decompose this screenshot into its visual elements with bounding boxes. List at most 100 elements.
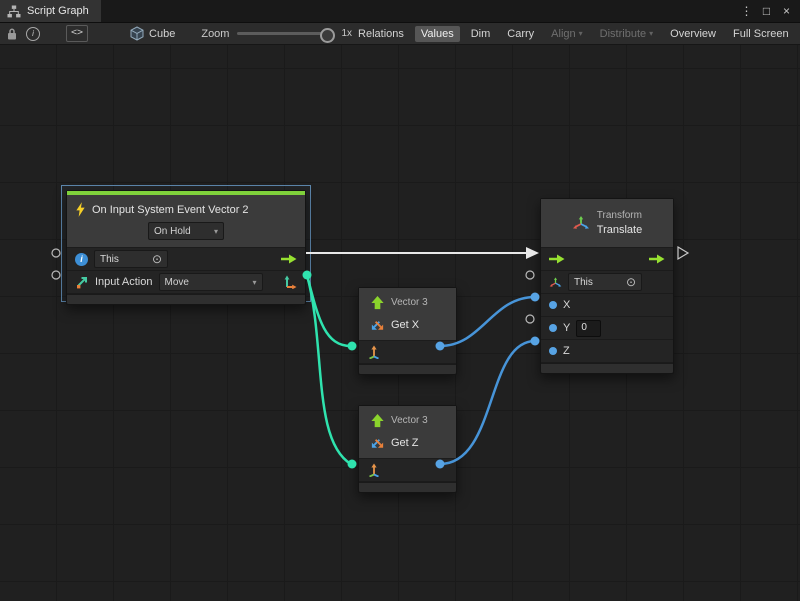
target-object-label: Cube <box>149 28 175 40</box>
translate-y-row: Y 0 <box>541 317 673 340</box>
event-mode-value: On Hold <box>154 226 191 237</box>
values-button[interactable]: Values <box>415 26 460 42</box>
vector3-icon <box>370 295 385 310</box>
this-label: This <box>100 254 119 265</box>
transform-mini-icon <box>549 277 562 288</box>
vector2-output-port[interactable] <box>283 275 297 289</box>
node-footer <box>67 294 305 304</box>
align-label: Align <box>551 28 575 40</box>
chevron-down-icon: ▾ <box>579 29 583 38</box>
cube-icon <box>130 26 144 41</box>
port-dot-getx-input[interactable] <box>348 342 357 351</box>
unconnected-port-event-input-action[interactable] <box>52 271 60 279</box>
this-object-field[interactable]: This ⊙ <box>94 250 168 268</box>
window-controls: ⋮ □ × <box>738 0 800 22</box>
get-component-icon <box>370 318 385 333</box>
vector3-icon <box>370 413 385 428</box>
port-dot-translate-z[interactable] <box>531 337 540 346</box>
get-x-title: Get X <box>391 319 419 331</box>
event-node-header: On Input System Event Vector 2 On Hold ▾ <box>67 195 305 248</box>
this-object-field[interactable]: This ⊙ <box>568 273 642 291</box>
node-on-input-system-event[interactable]: On Input System Event Vector 2 On Hold ▾… <box>66 190 306 305</box>
get-component-icon <box>370 436 385 451</box>
input-action-dropdown[interactable]: Move ▾ <box>159 273 263 291</box>
lock-icon[interactable] <box>6 27 18 41</box>
unconnected-port-event-this[interactable] <box>52 249 60 257</box>
target-picker-icon[interactable]: ⊙ <box>626 277 636 287</box>
wire-vector2-to-getz[interactable] <box>307 275 351 464</box>
translate-z-row: Z <box>541 340 673 363</box>
window-menu-icon[interactable]: ⋮ <box>738 2 755 20</box>
translate-category: Transform <box>597 209 642 223</box>
flow-output-port[interactable] <box>281 254 297 264</box>
zoom-slider[interactable] <box>237 32 333 35</box>
get-x-category: Vector 3 <box>391 297 428 308</box>
title-bar: Script Graph ⋮ □ × <box>0 0 800 23</box>
lightning-icon <box>75 202 86 217</box>
zoom-slider-handle[interactable] <box>320 28 335 43</box>
flow-output-port[interactable] <box>649 254 665 264</box>
get-z-title: Get Z <box>391 437 419 449</box>
zoom-value: 1x <box>341 28 352 39</box>
unconnected-flow-output[interactable] <box>678 247 688 259</box>
target-object[interactable]: Cube <box>130 26 175 41</box>
maximize-icon[interactable]: □ <box>758 2 775 20</box>
relations-button[interactable]: Relations <box>352 26 410 42</box>
this-info-icon: i <box>75 253 88 266</box>
unconnected-port-translate-y[interactable] <box>526 315 534 323</box>
y-port-label: Y <box>563 322 570 334</box>
input-action-value: Move <box>165 277 189 288</box>
zoom-control: Zoom 1x <box>201 28 352 40</box>
y-value-input[interactable]: 0 <box>576 320 601 337</box>
node-translate[interactable]: Transform Translate This ⊙ X <box>540 198 674 374</box>
vector3-input-port-icon[interactable] <box>367 345 381 359</box>
tab-script-graph[interactable]: Script Graph <box>0 0 101 22</box>
translate-x-row: X <box>541 294 673 317</box>
z-port-label: Z <box>563 345 570 357</box>
target-picker-icon[interactable]: ⊙ <box>152 254 162 264</box>
event-node-title: On Input System Event Vector 2 <box>92 204 249 216</box>
distribute-label: Distribute <box>600 28 646 40</box>
get-z-category: Vector 3 <box>391 415 428 426</box>
node-footer <box>541 363 673 373</box>
align-dropdown[interactable]: Align ▾ <box>545 26 588 42</box>
node-get-z[interactable]: Vector 3 Get Z <box>358 405 457 493</box>
vector3-input-port-icon[interactable] <box>367 463 381 477</box>
overview-button[interactable]: Overview <box>664 26 722 42</box>
port-row-input-action: Input Action Move ▾ <box>67 271 305 294</box>
translate-header: Transform Translate <box>541 199 673 248</box>
translate-title: Translate <box>597 223 642 237</box>
chevron-down-icon: ▾ <box>649 29 653 38</box>
node-footer <box>359 482 456 492</box>
this-label: This <box>574 277 593 288</box>
flow-input-port[interactable] <box>549 254 565 264</box>
translate-this-row: This ⊙ <box>541 271 673 294</box>
graph-icon <box>7 5 21 18</box>
z-input-port[interactable] <box>549 347 557 355</box>
transform-icon <box>572 216 590 230</box>
wire-vector2-to-getx[interactable] <box>307 275 351 346</box>
carry-button[interactable]: Carry <box>501 26 540 42</box>
y-input-port[interactable] <box>549 324 557 332</box>
get-z-header: Vector 3 Get Z <box>359 406 456 459</box>
window-title: Script Graph <box>27 5 89 17</box>
port-row-this: i This ⊙ <box>67 248 305 271</box>
code-preview-toggle[interactable]: <> <box>66 25 88 42</box>
unconnected-port-translate-this[interactable] <box>526 271 534 279</box>
full-screen-button[interactable]: Full Screen <box>727 26 795 42</box>
dim-button[interactable]: Dim <box>465 26 497 42</box>
node-footer <box>359 364 456 374</box>
x-input-port[interactable] <box>549 301 557 309</box>
input-action-icon <box>75 275 89 289</box>
info-icon[interactable]: i <box>26 27 40 41</box>
port-dot-translate-x[interactable] <box>531 293 540 302</box>
translate-flow-row <box>541 248 673 271</box>
graph-canvas[interactable]: On Input System Event Vector 2 On Hold ▾… <box>0 45 800 601</box>
node-get-x[interactable]: Vector 3 Get X <box>358 287 457 375</box>
event-mode-dropdown[interactable]: On Hold ▾ <box>148 222 224 240</box>
port-dot-getz-input[interactable] <box>348 460 357 469</box>
chevron-down-icon: ▾ <box>214 227 218 236</box>
close-icon[interactable]: × <box>778 2 795 20</box>
distribute-dropdown[interactable]: Distribute ▾ <box>594 26 659 42</box>
chevron-down-icon: ▾ <box>252 278 256 287</box>
